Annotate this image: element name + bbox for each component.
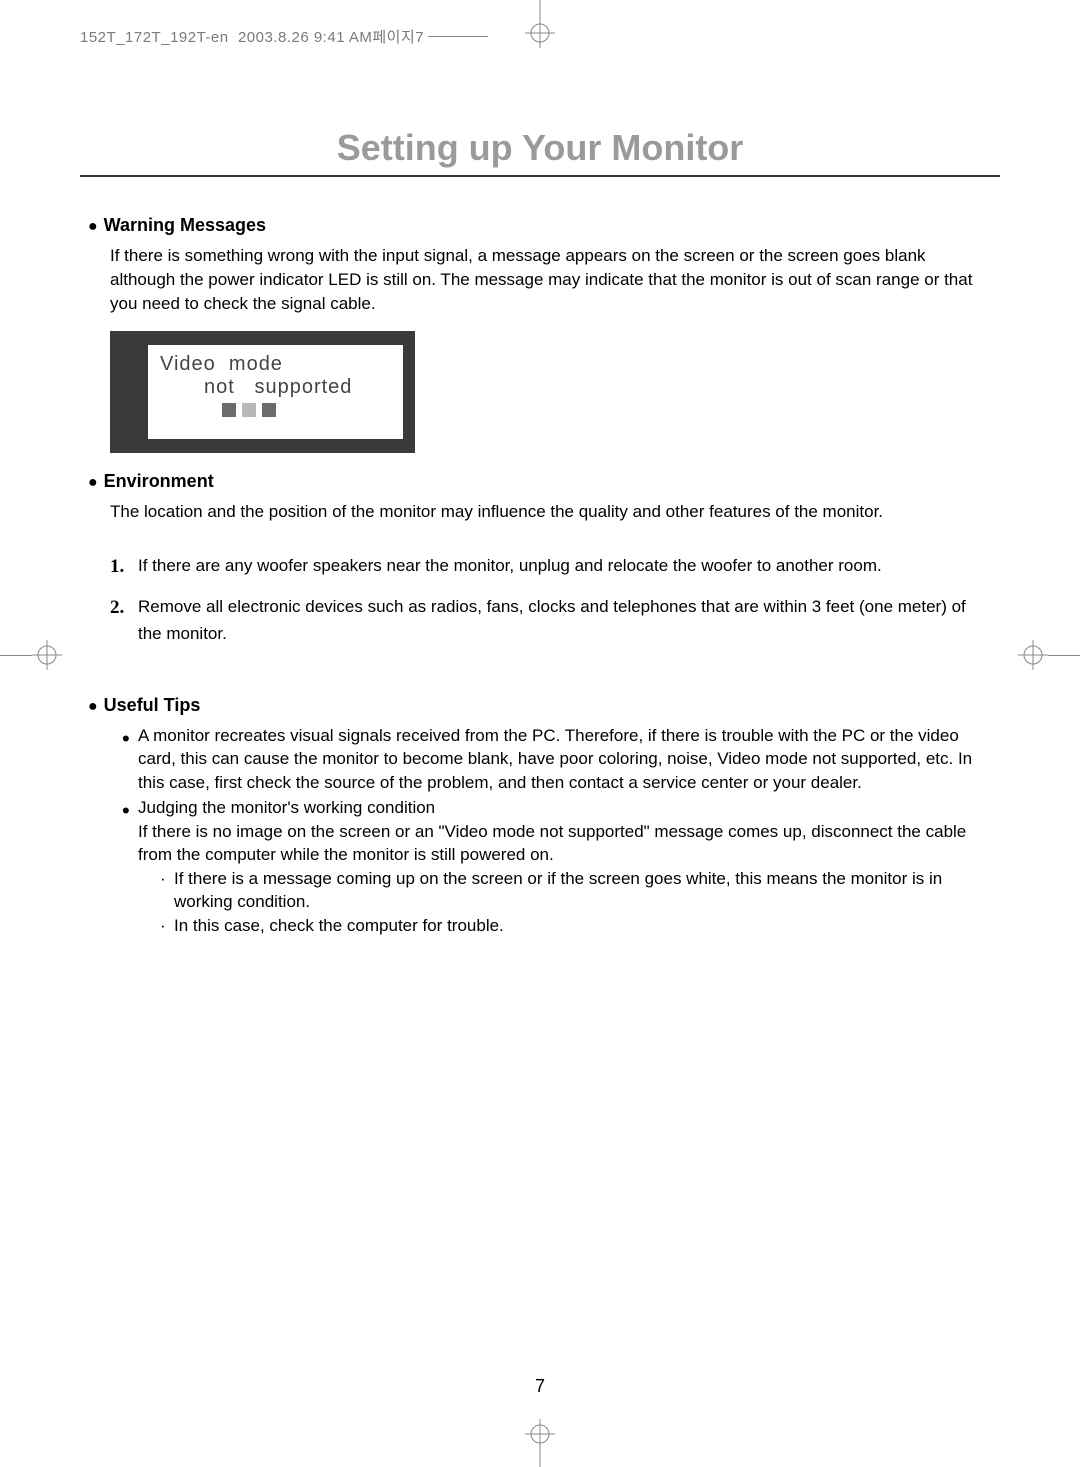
file-header-text: 152T_172T_192T-en 2003.8.26 9:41 AM페이지7 — [80, 26, 424, 47]
sub-text: In this case, check the computer for tro… — [174, 914, 504, 937]
monitor-msg-line1: Video mode — [160, 353, 395, 376]
sub-item: · If there is a message coming up on the… — [160, 867, 992, 914]
item-text: Remove all electronic devices such as ra… — [138, 593, 992, 647]
monitor-msg-line2: not supported — [204, 376, 395, 399]
bullet-icon: • — [122, 728, 138, 798]
indicator-square — [262, 403, 276, 417]
bullet-icon: • — [122, 800, 138, 941]
environment-body: The location and the position of the mon… — [110, 500, 992, 524]
indicator-row — [222, 403, 395, 417]
item-text: If there are any woofer speakers near th… — [138, 552, 992, 582]
content: Warning Messages If there is something w… — [80, 215, 1000, 937]
monitor-screen: Video mode not supported — [148, 345, 403, 439]
print-header: 152T_172T_192T-en 2003.8.26 9:41 AM페이지7 — [80, 25, 1000, 47]
indicator-square — [222, 403, 236, 417]
warning-body: If there is something wrong with the inp… — [110, 244, 992, 315]
tip-item: • A monitor recreates visual signals rec… — [122, 724, 992, 794]
page-number: 7 — [0, 1376, 1080, 1397]
item-number: 2. — [110, 593, 138, 647]
sub-bullet-icon: · — [160, 914, 174, 937]
sub-bullet-icon: · — [160, 867, 174, 914]
section-heading-environment: Environment — [88, 471, 992, 492]
item-number: 1. — [110, 552, 138, 582]
page-title: Setting up Your Monitor — [80, 127, 1000, 169]
section-heading-warning: Warning Messages — [88, 215, 992, 236]
tip-judging: Judging the monitor's working condition … — [138, 796, 992, 937]
numbered-item: 2. Remove all electronic devices such as… — [110, 593, 992, 647]
tip-text: A monitor recreates visual signals recei… — [138, 724, 992, 794]
title-section: Setting up Your Monitor — [80, 127, 1000, 177]
sub-item: · In this case, check the computer for t… — [160, 914, 992, 937]
sub-text: If there is a message coming up on the s… — [174, 867, 992, 914]
section-heading-tips: Useful Tips — [88, 695, 992, 716]
indicator-square — [242, 403, 256, 417]
header-rule — [428, 36, 488, 37]
judging-body: If there is no image on the screen or an… — [138, 822, 966, 864]
tip-item: • Judging the monitor's working conditio… — [122, 796, 992, 937]
numbered-item: 1. If there are any woofer speakers near… — [110, 552, 992, 582]
page: 152T_172T_192T-en 2003.8.26 9:41 AM페이지7 … — [0, 0, 1080, 1467]
monitor-message-illustration: Video mode not supported — [110, 331, 415, 453]
judging-head: Judging the monitor's working condition — [138, 798, 435, 817]
